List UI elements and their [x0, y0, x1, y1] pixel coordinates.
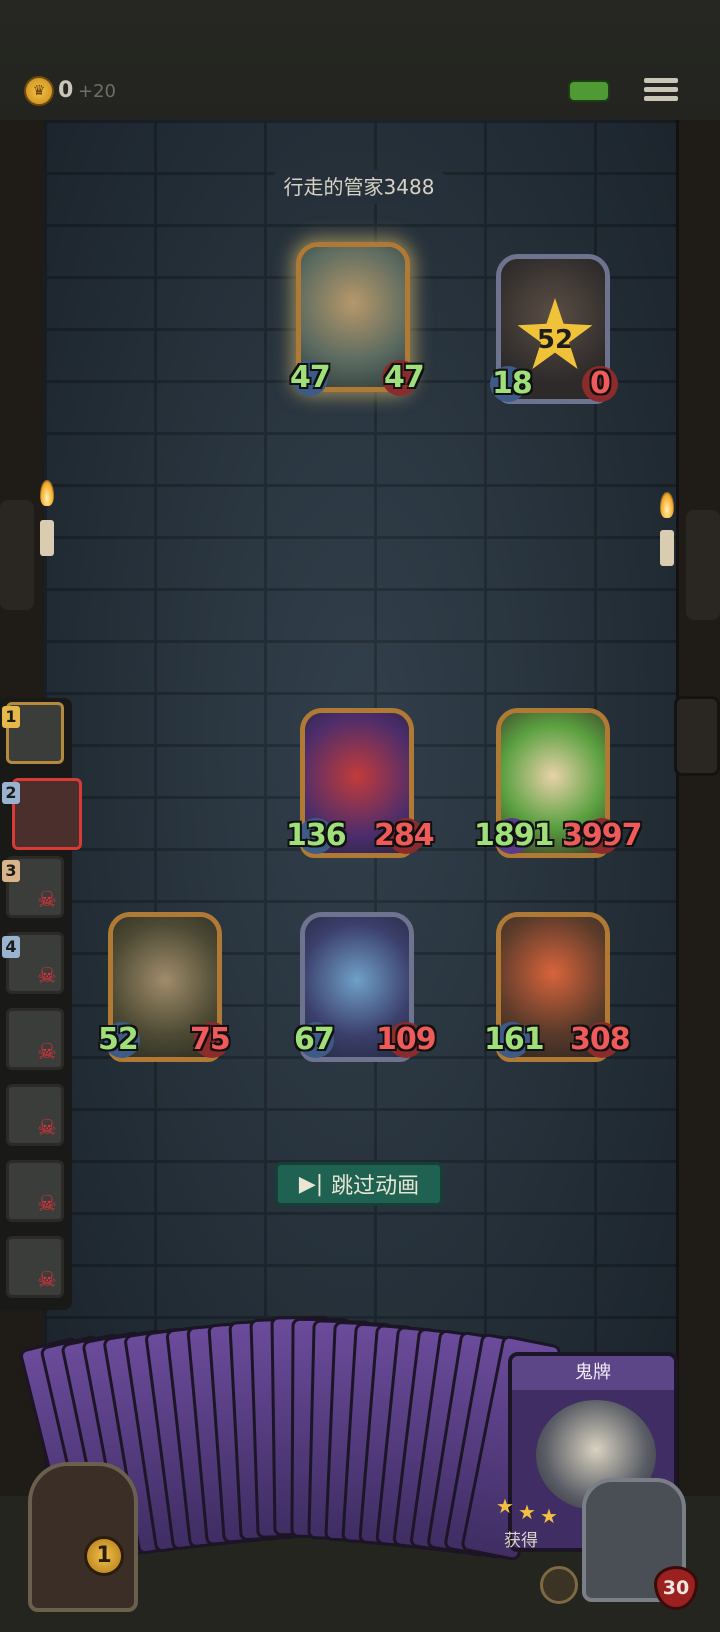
deck-count-badge: 1 — [84, 1536, 124, 1576]
star-icon: ★ — [496, 1494, 514, 1518]
helmet-icon[interactable] — [540, 1566, 578, 1604]
deck-pile[interactable] — [28, 1462, 138, 1612]
featured-card-title: 鬼牌 — [512, 1356, 674, 1390]
star-icon: ★ — [518, 1500, 536, 1524]
star-icon: ★ — [540, 1504, 558, 1528]
featured-card-text: 获得 — [504, 1531, 538, 1551]
